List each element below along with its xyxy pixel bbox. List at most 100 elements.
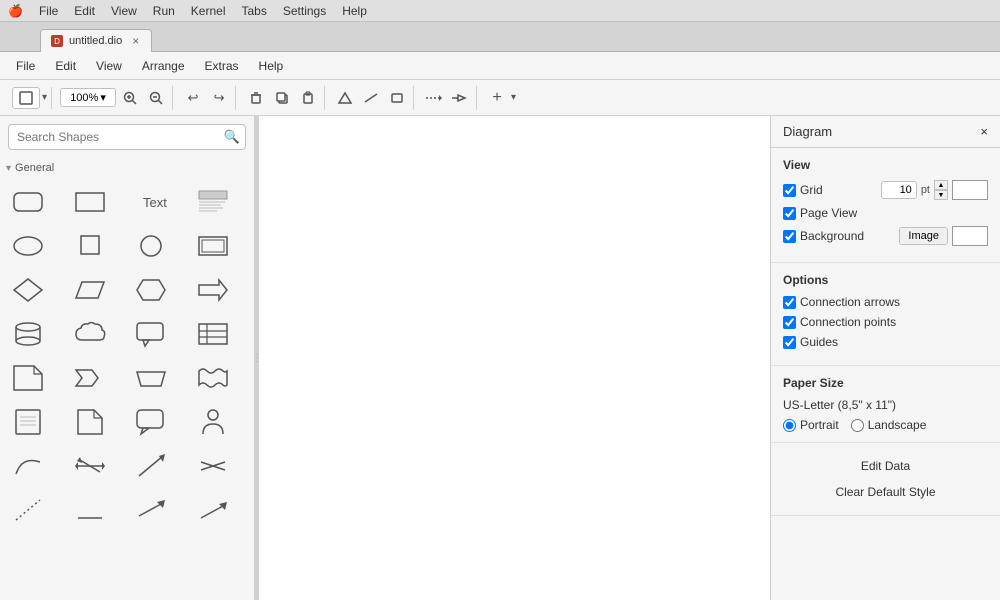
shape-square[interactable] [68, 226, 112, 266]
shape-person[interactable] [191, 402, 235, 442]
system-menu-file[interactable]: File [39, 4, 58, 18]
system-menu-help[interactable]: Help [342, 4, 367, 18]
main-layout: 🔍 ▾ General Text [0, 116, 1000, 600]
grid-checkbox[interactable] [783, 184, 796, 197]
app-menu-arrange[interactable]: Arrange [134, 56, 193, 76]
shape-arrow-step[interactable] [68, 358, 112, 398]
tab-close-button[interactable]: × [132, 34, 139, 48]
background-color-swatch[interactable] [952, 226, 988, 246]
edit-data-button[interactable]: Edit Data [783, 453, 988, 479]
zoom-level[interactable]: 100% ▾ [60, 88, 116, 107]
shape-table[interactable] [191, 314, 235, 354]
paper-size-value[interactable]: US-Letter (8,5" x 11") [783, 398, 988, 412]
shape-arrow-line2[interactable] [191, 490, 235, 530]
shape-style-button[interactable] [385, 86, 409, 110]
shape-page[interactable] [6, 402, 50, 442]
shape-rect-double[interactable] [191, 226, 235, 266]
shape-wave[interactable] [191, 358, 235, 398]
shape-parallelogram[interactable] [68, 270, 112, 310]
search-shapes-input[interactable] [8, 124, 246, 150]
shape-circle[interactable] [129, 226, 173, 266]
document-tab[interactable]: D untitled.dio × [40, 29, 152, 52]
view-toggle-button[interactable] [12, 87, 40, 109]
shape-diamond[interactable] [6, 270, 50, 310]
shape-arrow-diagonal[interactable] [129, 446, 173, 486]
shape-line[interactable] [68, 490, 112, 530]
shape-ellipse[interactable] [6, 226, 50, 266]
copy-button[interactable] [270, 86, 294, 110]
grid-increment-button[interactable]: ▲ [934, 180, 948, 190]
shape-line-cross[interactable] [191, 446, 235, 486]
portrait-option[interactable]: Portrait [783, 418, 839, 432]
background-value-group: Image [899, 226, 988, 246]
connection-arrows-label[interactable]: Connection arrows [783, 295, 988, 309]
background-label[interactable]: Background [783, 229, 893, 243]
app-menu-help[interactable]: Help [251, 56, 292, 76]
portrait-radio[interactable] [783, 419, 796, 432]
shape-dotted-line[interactable] [6, 490, 50, 530]
page-view-label[interactable]: Page View [783, 206, 988, 220]
shape-arrow-line[interactable] [129, 490, 173, 530]
grid-label[interactable]: Grid [783, 183, 875, 197]
grid-color-swatch[interactable] [952, 180, 988, 200]
background-checkbox[interactable] [783, 230, 796, 243]
line-style-button[interactable] [359, 86, 383, 110]
shape-rect[interactable] [68, 182, 112, 222]
shape-arrow-bidirectional[interactable] [68, 446, 112, 486]
shape-hexagon[interactable] [129, 270, 173, 310]
shape-trapezoid[interactable] [129, 358, 173, 398]
shape-cloud[interactable] [68, 314, 112, 354]
app-menu-extras[interactable]: Extras [197, 56, 247, 76]
shape-heading[interactable] [191, 182, 235, 222]
drawing-canvas[interactable] [259, 116, 770, 600]
shape-speech-bubble[interactable] [129, 402, 173, 442]
guides-label[interactable]: Guides [783, 335, 988, 349]
panel-close-button[interactable]: × [980, 124, 988, 139]
fill-style-button[interactable] [333, 86, 357, 110]
zoom-out-button[interactable] [144, 86, 168, 110]
app-menu-edit[interactable]: Edit [47, 56, 84, 76]
shape-curve[interactable] [6, 446, 50, 486]
landscape-option[interactable]: Landscape [851, 418, 927, 432]
grid-size-input[interactable] [881, 181, 917, 199]
shape-doc-folded[interactable] [6, 358, 50, 398]
image-button[interactable]: Image [899, 227, 948, 245]
system-menu-edit[interactable]: Edit [74, 4, 95, 18]
view-toggle-arrow[interactable]: ▾ [42, 92, 47, 103]
shape-cylinder[interactable] [6, 314, 50, 354]
system-menu-view[interactable]: View [111, 4, 137, 18]
landscape-radio[interactable] [851, 419, 864, 432]
delete-button[interactable] [244, 86, 268, 110]
connection-points-label[interactable]: Connection points [783, 315, 988, 329]
system-menu-tabs[interactable]: Tabs [241, 4, 266, 18]
redo-button[interactable]: ↪ [207, 86, 231, 110]
system-menu-kernel[interactable]: Kernel [191, 4, 226, 18]
zoom-in-button[interactable] [118, 86, 142, 110]
system-menu-settings[interactable]: Settings [283, 4, 326, 18]
app-menu-view[interactable]: View [88, 56, 130, 76]
system-menu-run[interactable]: Run [153, 4, 175, 18]
insert-dropdown-arrow[interactable]: ▾ [511, 92, 516, 103]
shape-text[interactable]: Text [129, 182, 173, 222]
general-section-header[interactable]: ▾ General [4, 158, 250, 178]
shape-callout[interactable] [129, 314, 173, 354]
panel-title: Diagram [783, 124, 832, 139]
clear-default-style-button[interactable]: Clear Default Style [783, 479, 988, 505]
page-view-checkbox[interactable] [783, 207, 796, 220]
grid-decrement-button[interactable]: ▼ [934, 190, 948, 200]
insert-button[interactable]: + [485, 86, 509, 110]
apple-menu[interactable]: 🍎 [8, 4, 23, 18]
paste-button[interactable] [296, 86, 320, 110]
connection-points-checkbox[interactable] [783, 316, 796, 329]
undo-button[interactable]: ↩ [181, 86, 205, 110]
connection-arrows-checkbox[interactable] [783, 296, 796, 309]
guides-checkbox[interactable] [783, 336, 796, 349]
app-menu-file[interactable]: File [8, 56, 43, 76]
shape-folded-page[interactable] [68, 402, 112, 442]
waypoint-button[interactable] [448, 86, 472, 110]
shape-rect-rounded[interactable] [6, 182, 50, 222]
connection-style-button[interactable] [422, 86, 446, 110]
shape-arrow-right[interactable] [191, 270, 235, 310]
zoom-dropdown-arrow[interactable]: ▾ [100, 91, 106, 104]
canvas-background [259, 116, 770, 600]
